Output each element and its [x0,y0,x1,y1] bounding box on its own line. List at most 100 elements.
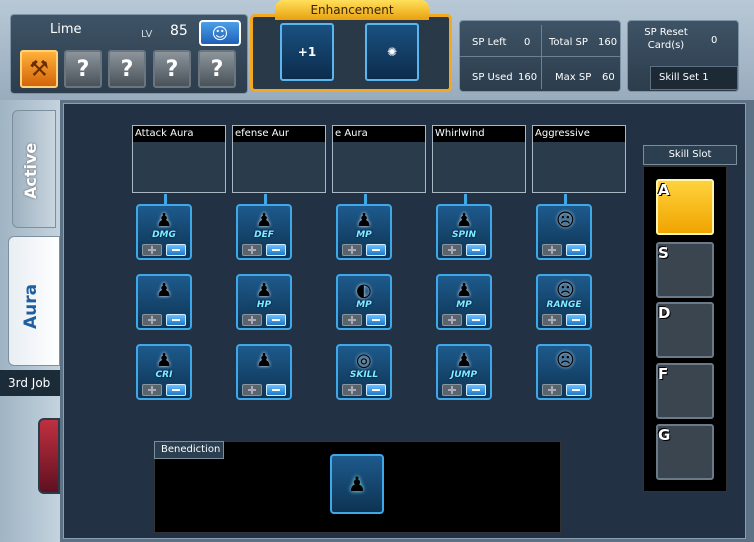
skill-node[interactable]: ♟ [236,344,292,400]
plus-button[interactable] [542,314,562,326]
plus-button[interactable] [242,244,262,256]
job-tab[interactable]: 3rd Job [0,370,60,396]
figure-icon: ♟ [256,350,273,371]
sp-stats-panel: SP Left 0 Total SP 160 SP Used 160 Max S… [459,20,621,92]
enhancement-slot-orb[interactable]: ✺ [365,23,419,81]
job-slot-locked[interactable]: ? [153,50,191,88]
skill-label: MP [356,300,372,310]
skill-node[interactable]: ♟ SPIN [436,204,492,260]
connector [164,194,167,204]
question-icon: ? [165,56,179,82]
skill-node[interactable]: ◐ MP [336,274,392,330]
minus-button[interactable] [166,384,186,396]
skill-label: RANGE [546,300,582,310]
skill-ring-icon: ◎ [356,350,372,371]
job-slot-axe[interactable]: ⚒ [20,50,58,88]
plus-button[interactable] [342,244,362,256]
skill-slot-d[interactable]: D [656,302,714,358]
minus-button[interactable] [266,314,286,326]
column-title: Whirlwind [433,126,525,142]
orb-figure-icon: ✺ [386,45,398,59]
skill-set-button[interactable]: Skill Set 1 [650,66,738,90]
total-sp-label: Total SP [549,37,588,48]
skill-node[interactable]: ♟ CRI [136,344,192,400]
plus-button[interactable] [342,384,362,396]
plus-button[interactable] [542,244,562,256]
plus-button[interactable] [142,244,162,256]
job-slot-locked[interactable]: ? [198,50,236,88]
skill-slot-a[interactable]: A [656,179,714,235]
job-slot-locked[interactable]: ? [108,50,146,88]
minus-button[interactable] [466,244,486,256]
minus-button[interactable] [366,244,386,256]
figure-icon: ♟ [156,280,173,301]
minus-button[interactable] [266,384,286,396]
column-header: Aggressive [532,125,626,193]
skill-node[interactable]: ♟ [136,274,192,330]
skill-label: JUMP [450,370,478,380]
minus-button[interactable] [366,384,386,396]
tab-active[interactable]: Active [12,110,56,228]
minus-button[interactable] [366,314,386,326]
figure-icon: ♟ [356,210,373,231]
slot-key-label: D [658,304,671,322]
skill-slot-g[interactable]: G [656,424,714,480]
plus-button[interactable] [342,314,362,326]
job-slot-locked[interactable]: ? [64,50,102,88]
skill-node[interactable]: ♟ MP [436,274,492,330]
tab-aura[interactable]: Aura [8,236,60,366]
skill-node[interactable]: ☹ RANGE [536,274,592,330]
max-sp-label: Max SP [555,72,592,83]
skill-node[interactable]: ♟ DMG [136,204,192,260]
skill-node[interactable]: ☹ [536,204,592,260]
plus-button[interactable] [242,314,262,326]
level-value: 85 [170,23,188,39]
connector [464,194,467,204]
tab-aura-label: Aura [21,283,41,329]
plus-button[interactable] [142,384,162,396]
plus-button[interactable] [142,314,162,326]
plus-button[interactable] [242,384,262,396]
skill-node[interactable]: ◎ SKILL [336,344,392,400]
community-button[interactable]: ☺ [199,20,241,46]
minus-button[interactable] [166,244,186,256]
minus-button[interactable] [466,314,486,326]
skill-node[interactable]: ♟ DEF [236,204,292,260]
minus-button[interactable] [166,314,186,326]
sp-used-label: SP Used [472,72,513,83]
plus-button[interactable] [542,384,562,396]
character-name: Lime [50,22,82,37]
plus-button[interactable] [442,314,462,326]
column-title: Aggressive [533,126,625,142]
total-sp-value: 160 [598,37,618,48]
skill-slot-f[interactable]: F [656,363,714,419]
skill-node[interactable]: ♟ HP [236,274,292,330]
axe-icon: ⚒ [29,56,49,82]
figure-icon: ♟ [156,350,173,371]
skill-node[interactable]: ☹ [536,344,592,400]
sp-used-value: 160 [518,72,538,83]
column-header: e Aura [332,125,426,193]
skill-node[interactable]: ♟ JUMP [436,344,492,400]
swirl-icon: ◐ [356,280,372,301]
stats-divider [541,25,542,89]
angry-face-icon: ☹ [556,350,575,371]
enhancement-title: Enhancement [275,0,429,20]
side-decoration [38,418,60,494]
minus-button[interactable] [566,314,586,326]
benediction-skill[interactable]: ♟ [330,454,384,514]
skill-label: DEF [254,230,274,240]
plus-button[interactable] [442,384,462,396]
minus-button[interactable] [566,384,586,396]
minus-button[interactable] [566,244,586,256]
skill-node[interactable]: ♟ MP [336,204,392,260]
enhancement-slot-sp[interactable]: +1 [280,23,334,81]
minus-button[interactable] [466,384,486,396]
plus-button[interactable] [442,244,462,256]
sp-reset-label: SP Reset Card(s) [644,27,688,51]
column-header: Attack Aura [132,125,226,193]
minus-button[interactable] [266,244,286,256]
figure-icon: ♟ [256,210,273,231]
skill-slot-s[interactable]: S [656,242,714,298]
figure-icon: ♟ [256,280,273,301]
